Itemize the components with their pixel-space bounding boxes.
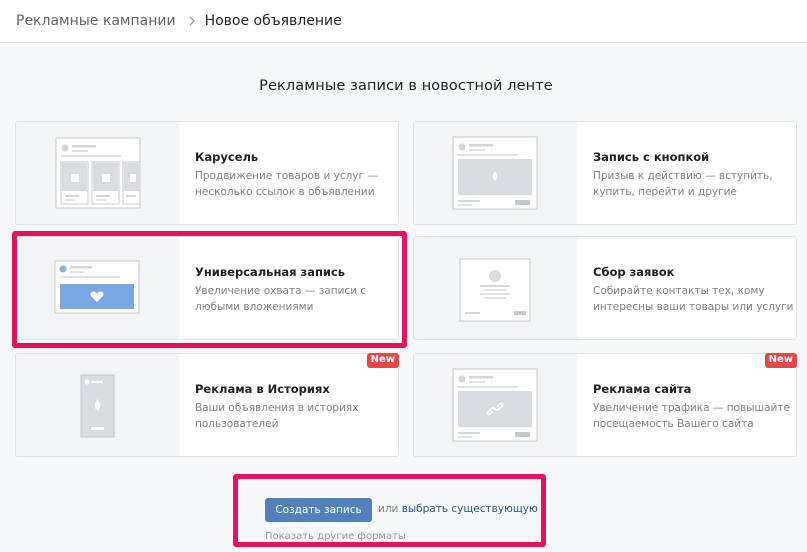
card-title: Универсальная запись xyxy=(195,265,346,279)
create-post-button[interactable]: Создать запись xyxy=(265,498,372,522)
section-title: Рекламные записи в новостной ленте xyxy=(259,78,553,94)
card-description: Ваши объявления в историях пользователей xyxy=(195,402,359,430)
stories-preview-icon xyxy=(16,354,179,456)
format-card-universal-post[interactable]: Универсальная запись Увеличение охвата —… xyxy=(15,236,399,340)
card-description: Собирайте контакты тех, кому интересны в… xyxy=(593,285,794,313)
carousel-preview-icon xyxy=(16,122,179,224)
card-title: Запись с кнопкой xyxy=(593,150,710,164)
card-description: Продвижение товаров и услуг — несколько … xyxy=(195,170,378,198)
card-title: Реклама сайта xyxy=(593,382,692,396)
button-post-preview-icon xyxy=(414,122,577,224)
card-title: Карусель xyxy=(195,150,259,164)
chevron-right-icon xyxy=(185,14,199,28)
card-description: Увеличение трафика — повышайте посещаемо… xyxy=(593,402,790,430)
card-description: Призыв к действию — вступить, купить, пе… xyxy=(593,170,773,198)
breadcrumb-parent-link[interactable]: Рекламные кампании xyxy=(16,13,176,29)
choose-existing-link[interactable]: выбрать существующую xyxy=(402,503,538,515)
choose-existing-row: или выбрать существующую xyxy=(378,503,538,515)
format-card-carousel[interactable]: Карусель Продвижение товаров и услуг — н… xyxy=(15,121,399,225)
card-description: Увеличение охвата — записи с любыми влож… xyxy=(195,285,367,313)
breadcrumb: Рекламные кампании Новое объявление xyxy=(0,0,807,43)
new-badge: New xyxy=(366,353,399,368)
show-other-formats-link[interactable]: Показать другие форматы xyxy=(265,531,406,542)
or-text: или xyxy=(378,503,399,515)
breadcrumb-current: Новое объявление xyxy=(204,13,342,29)
format-card-website-ad[interactable]: Реклама сайта Увеличение трафика — повыш… xyxy=(413,353,797,457)
universal-post-preview-icon xyxy=(16,237,179,339)
format-card-button-post[interactable]: Запись с кнопкой Призыв к действию — вст… xyxy=(413,121,797,225)
format-card-lead-form[interactable]: Сбор заявок Собирайте контакты тех, кому… xyxy=(413,236,797,340)
card-title: Сбор заявок xyxy=(593,265,675,279)
website-ad-preview-icon xyxy=(414,354,577,456)
lead-form-preview-icon xyxy=(414,237,577,339)
format-card-stories[interactable]: Реклама в Историях Ваши объявления в ист… xyxy=(15,353,399,457)
card-title: Реклама в Историях xyxy=(195,382,330,396)
new-badge: New xyxy=(764,353,797,368)
